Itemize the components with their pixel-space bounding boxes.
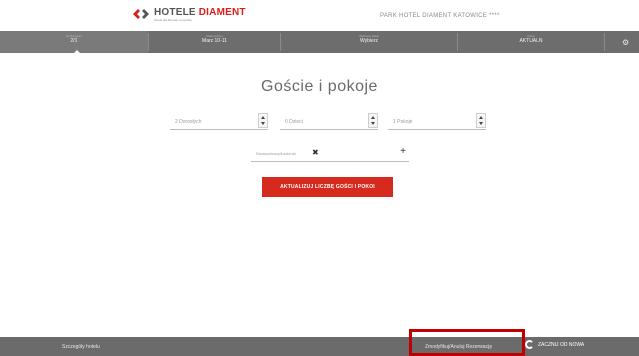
step-value: AKTUALN bbox=[519, 38, 543, 44]
chevron-up-down-icon[interactable] bbox=[368, 113, 378, 128]
page-title: Goście i pokoje bbox=[261, 78, 378, 95]
logo-tagline: hotele dla biznesu i turystów bbox=[154, 18, 192, 22]
hotel-details-link[interactable]: Szczegóły hotelu bbox=[62, 344, 100, 350]
diamond-logo-icon bbox=[133, 9, 149, 19]
booking-steps-bar: Liczba gości 2/1 Data pobytu Marz 10-11 … bbox=[0, 31, 639, 53]
active-step-indicator bbox=[73, 50, 81, 54]
logo-name: HOTELE DIAMENT bbox=[154, 7, 246, 18]
step-value: Marz 10-11 bbox=[202, 38, 227, 44]
logo-name-part1: HOTELE bbox=[154, 7, 196, 18]
chevron-up-down-icon[interactable] bbox=[258, 113, 268, 128]
logo-name-part2: DIAMENT bbox=[198, 7, 246, 18]
rooms-value: 1 Pokoje bbox=[393, 119, 413, 125]
room-type-field[interactable]: Dwuosobowy/Łazienki ✖ + bbox=[251, 146, 409, 162]
start-over-button[interactable]: ZACZNIJ OD NOWA bbox=[525, 340, 584, 349]
highlight-box bbox=[409, 329, 525, 356]
adults-value: 2 Dorosłych bbox=[175, 119, 202, 125]
chevron-up-down-icon[interactable] bbox=[476, 113, 486, 128]
close-icon[interactable]: ✖ bbox=[312, 148, 319, 157]
plus-icon[interactable]: + bbox=[400, 146, 406, 157]
adults-select[interactable]: 2 Dorosłych bbox=[170, 112, 268, 130]
step-dates[interactable]: Data pobytu Marz 10-11 bbox=[149, 31, 280, 53]
logo-text: HOTELE DIAMENT hotele dla biznesu i tury… bbox=[154, 7, 246, 22]
rooms-select[interactable]: 1 Pokoje bbox=[388, 112, 486, 130]
hotel-logo[interactable]: HOTELE DIAMENT hotele dla biznesu i tury… bbox=[131, 7, 246, 27]
refresh-icon bbox=[525, 340, 534, 349]
update-guests-button[interactable]: AKTUALIZUJ LICZBĘ GOŚCI I POKOI bbox=[262, 177, 393, 197]
step-value: Wybierz bbox=[359, 38, 378, 44]
children-select[interactable]: 0 Dzieci bbox=[280, 112, 378, 130]
hotel-name: PARK HOTEL DIAMENT KATOWICE **** bbox=[380, 13, 500, 19]
step-price[interactable]: Cena AKTUALN bbox=[458, 31, 604, 53]
step-room[interactable]: Wybrany pokój Wybierz bbox=[281, 31, 457, 53]
step-value: 2/1 bbox=[70, 38, 78, 44]
step-divider bbox=[604, 33, 605, 51]
room-type-tag: Dwuosobowy/Łazienki bbox=[256, 151, 296, 156]
top-header: HOTELE DIAMENT hotele dla biznesu i tury… bbox=[0, 0, 639, 30]
gear-icon[interactable]: ⚙ bbox=[622, 38, 629, 47]
children-value: 0 Dzieci bbox=[285, 119, 303, 125]
start-over-label: ZACZNIJ OD NOWA bbox=[538, 341, 585, 348]
